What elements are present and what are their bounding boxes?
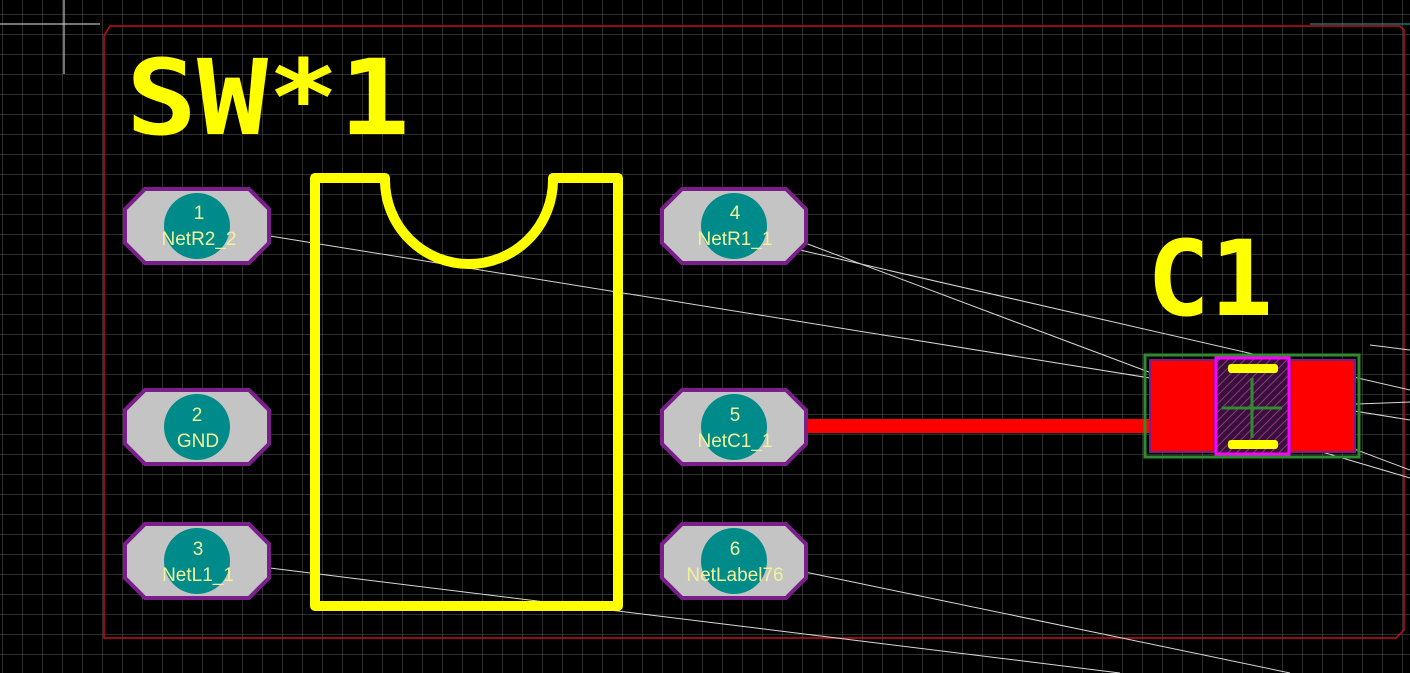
copper-track[interactable]	[803, 419, 1150, 433]
pad-number: 6	[730, 539, 741, 560]
pad-net-label: GND	[177, 431, 219, 452]
sw1-pad-6[interactable]: 6 NetLabel76	[660, 522, 808, 600]
pad-number: 2	[192, 405, 203, 426]
c1-designator[interactable]: C1	[1147, 218, 1273, 340]
c1-pad-1[interactable]	[1149, 359, 1215, 453]
pad-net-label: NetR2_2	[162, 229, 237, 250]
sw1-pad-4[interactable]: 4 NetR1_1	[660, 187, 808, 265]
c1-silk-top	[1228, 364, 1278, 373]
pad-net-label: NetLabel76	[686, 565, 783, 586]
pad-number: 4	[730, 203, 741, 224]
c1-footprint[interactable]	[1143, 353, 1361, 459]
sw1-pad-2[interactable]: 2 GND	[123, 388, 271, 466]
pad-net-label: NetC1_1	[698, 431, 773, 452]
pad-net-label: NetR1_1	[698, 229, 773, 250]
pad-number: 3	[193, 539, 204, 560]
sw1-pad-1[interactable]: 1 NetR2_2	[123, 187, 271, 265]
sw1-pad-5[interactable]: 5 NetC1_1	[660, 388, 808, 466]
pcb-canvas[interactable]: SW*1 1 NetR2_2 2 GND 3 NetL1_1 4 NetR1_1…	[0, 0, 1410, 673]
sw1-designator[interactable]: SW*1	[126, 37, 410, 159]
c1-pad-2[interactable]	[1290, 359, 1356, 453]
pad-number: 1	[194, 203, 205, 224]
pad-net-label: NetL1_1	[162, 565, 234, 586]
sw1-pad-3[interactable]: 3 NetL1_1	[123, 522, 271, 600]
pad-number: 5	[730, 405, 741, 426]
c1-silk-bottom	[1228, 440, 1278, 449]
